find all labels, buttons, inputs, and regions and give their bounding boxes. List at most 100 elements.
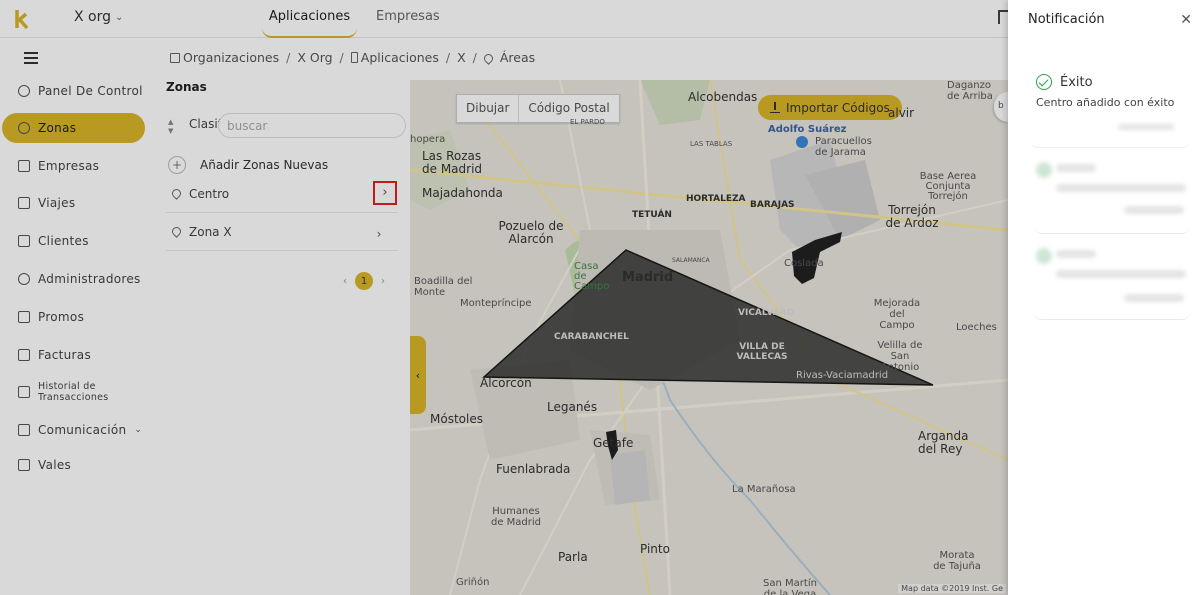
map-label: Majadahonda — [422, 186, 503, 200]
map-label: Torrejón de Ardoz — [885, 203, 939, 230]
map-label: Pinto — [640, 542, 670, 556]
zone-name: Centro — [189, 186, 230, 201]
prev-page-icon[interactable]: ‹ — [343, 276, 347, 287]
org-selector[interactable]: X org ⌄ — [74, 9, 123, 25]
zone-name: Zona X — [189, 224, 232, 239]
map-label: EL PARDO — [570, 118, 605, 126]
sidebar: Panel De Control Zonas Empresas Viajes C… — [0, 38, 158, 595]
main-content: Organizaciones / X Org / Aplicaciones / … — [158, 38, 1008, 595]
sidebar-item-empresas[interactable]: Empresas — [0, 151, 150, 181]
map-label: Morata de Tajuña — [933, 550, 981, 572]
map-label: alvir — [888, 106, 915, 120]
car-icon — [18, 197, 30, 209]
sidebar-item-label: Comunicación — [38, 423, 127, 437]
import-codes-button[interactable]: Importar Códigos — [758, 95, 902, 120]
sidebar-item-label: Viajes — [38, 196, 76, 210]
sidebar-item-panel-de-control[interactable]: Panel De Control — [0, 76, 150, 106]
map-label: SALAMANCA — [672, 257, 710, 264]
map-label: Boadilla del Monte — [414, 276, 473, 298]
chevron-right-icon[interactable]: › — [368, 224, 390, 246]
sidebar-item-viajes[interactable]: Viajes — [0, 188, 150, 218]
map-label: Fuenlabrada — [496, 462, 571, 476]
sidebar-item-label: Panel De Control — [38, 84, 143, 98]
map-label: Base Aerea Conjunta Torrejón — [919, 171, 977, 202]
map-label: Montepríncipe — [460, 298, 532, 309]
map-label: Alcorcón — [480, 376, 532, 390]
notification-status-label: Éxito — [1060, 74, 1093, 90]
map-label: Alcobendas — [688, 90, 758, 104]
map-label: Pozuelo de Alarcón — [498, 219, 564, 246]
menu-toggle-icon[interactable] — [24, 52, 38, 64]
airport-pin-icon — [796, 136, 808, 148]
gift-icon — [18, 311, 30, 323]
sidebar-item-label: Clientes — [38, 234, 89, 248]
add-zone-button[interactable]: + Añadir Zonas Nuevas — [168, 156, 328, 174]
map-label: San Martín de la Vega — [763, 578, 817, 595]
map-label: Adolfo Suárez — [768, 124, 847, 135]
blurred-content — [1118, 124, 1174, 130]
sidebar-item-label: Empresas — [38, 159, 100, 173]
map-label: Humanes de Madrid — [490, 506, 542, 528]
zone-centro-open-button[interactable]: › — [373, 181, 397, 205]
sidebar-item-label: Historial de Transacciones — [38, 381, 109, 403]
map[interactable]: Dibujar Código Postal Importar Códigos b… — [410, 80, 1008, 595]
map-label: VICÁLVARO — [738, 308, 795, 318]
tab-aplicaciones[interactable]: Aplicaciones — [262, 9, 357, 38]
pagination: ‹ 1 › — [343, 272, 385, 290]
sidebar-item-clientes[interactable]: Clientes — [0, 226, 150, 256]
breadcrumb-app[interactable]: X — [457, 50, 466, 65]
sidebar-item-promos[interactable]: Promos — [0, 302, 150, 332]
urban-area — [610, 450, 650, 505]
breadcrumb-org[interactable]: X Org — [297, 50, 332, 65]
search-input[interactable] — [218, 113, 406, 138]
notification-status: Éxito — [1036, 74, 1093, 90]
sidebar-item-vales[interactable]: Vales — [0, 450, 150, 480]
breadcrumb-separator: / — [286, 50, 291, 65]
upload-icon — [770, 101, 780, 113]
app-logo[interactable] — [14, 8, 30, 30]
chevron-down-icon: ⌄ — [134, 425, 143, 435]
breadcrumb-aplicaciones[interactable]: Aplicaciones — [350, 50, 439, 65]
org-name: X org — [74, 9, 112, 25]
map-label: Mejorada del Campo — [873, 298, 921, 331]
page-number[interactable]: 1 — [355, 272, 373, 290]
sort-label[interactable]: Clasif — [189, 117, 222, 131]
building-icon — [18, 160, 30, 172]
location-pin-icon — [170, 225, 183, 238]
sidebar-item-label: Administradores — [38, 272, 141, 286]
next-page-icon[interactable]: › — [381, 276, 385, 287]
breadcrumb: Organizaciones / X Org / Aplicaciones / … — [170, 50, 535, 65]
collapse-panel-button[interactable]: ‹ — [410, 336, 426, 414]
breadcrumb-separator: / — [472, 50, 477, 65]
notification-title: Notificación — [1028, 12, 1105, 27]
map-label: Velilla de San Antonio — [877, 340, 923, 373]
sort-icon[interactable]: ▲ ▼ — [168, 118, 176, 136]
home-icon — [170, 53, 180, 63]
map-label: Madrid — [622, 270, 674, 285]
map-label: Leganés — [547, 400, 598, 414]
map-label: Rivas-Vaciamadrid — [796, 370, 889, 381]
sidebar-item-zonas[interactable]: Zonas — [2, 113, 145, 143]
message-icon — [18, 424, 30, 436]
map-label: Las Rozas de Madrid — [422, 149, 483, 176]
sidebar-item-label: Promos — [38, 310, 85, 324]
sidebar-item-historial[interactable]: Historial de Transacciones — [0, 377, 150, 407]
close-icon[interactable]: ✕ — [1180, 12, 1192, 28]
zones-title: Zonas — [166, 80, 207, 94]
breadcrumb-organizaciones[interactable]: Organizaciones — [170, 50, 279, 65]
invoice-icon — [18, 349, 30, 361]
sidebar-item-comunicacion[interactable]: Comunicación ⌄ — [0, 415, 150, 445]
blurred-content — [1124, 294, 1184, 302]
breadcrumb-separator: / — [339, 50, 344, 65]
location-pin-icon — [170, 187, 183, 200]
tab-empresas[interactable]: Empresas — [376, 9, 440, 24]
breadcrumb-areas: Áreas — [482, 50, 535, 65]
draw-button[interactable]: Dibujar — [457, 95, 520, 122]
zone-item-zona-x[interactable]: Zona X › — [166, 213, 398, 251]
notification-card-blurred — [1034, 156, 1190, 234]
sidebar-item-facturas[interactable]: Facturas — [0, 340, 150, 370]
map-label: VILLA DE VALLECAS — [736, 342, 788, 362]
zone-item-centro[interactable]: Centro — [166, 175, 398, 213]
map-label: La Marañosa — [732, 484, 796, 495]
sidebar-item-administradores[interactable]: Administradores — [0, 264, 150, 294]
